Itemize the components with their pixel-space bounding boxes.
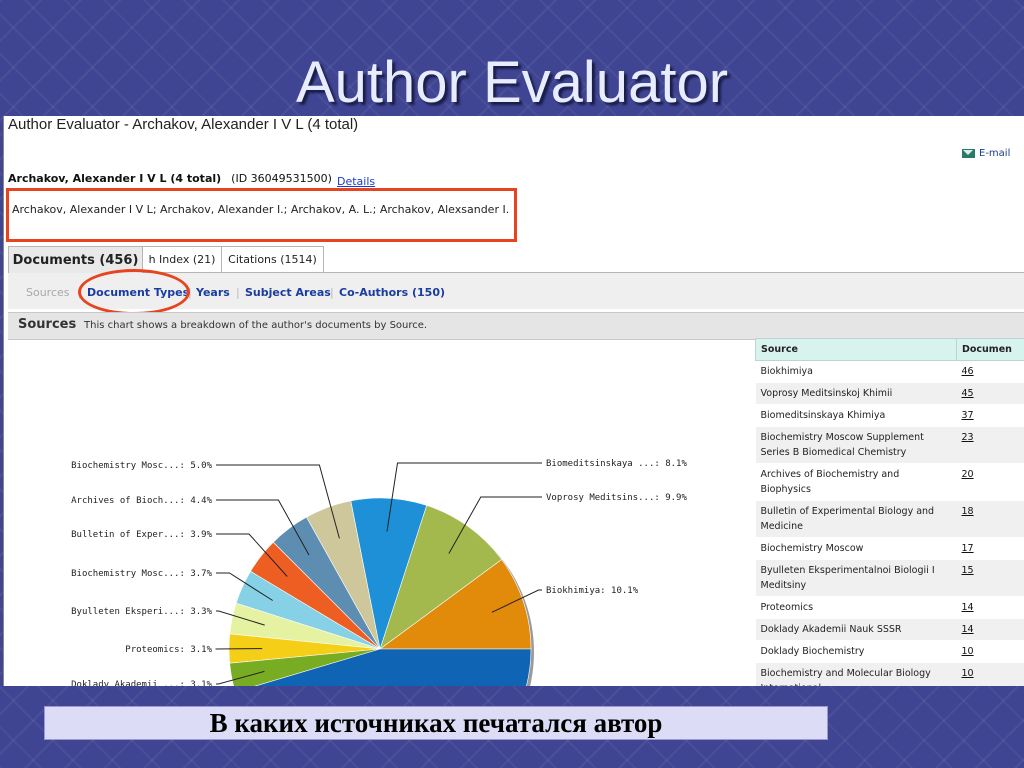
source-cell: Biochemistry Moscow (755, 537, 957, 560)
pie-slice-label: Biomeditsinskaya ...: 8.1% (546, 459, 687, 469)
envelope-icon (962, 149, 975, 158)
document-count-link[interactable]: 17 (956, 537, 1024, 560)
source-cell: Voprosy Meditsinskoj Khimii (755, 382, 957, 405)
document-count-link[interactable]: 10 (956, 662, 1024, 686)
subnav-co-authors[interactable]: Co-Authors (150) (339, 286, 445, 299)
sources-heading: Sources (18, 317, 77, 332)
pie-slice-label: Biochemistry Mosc...: 3.7% (71, 569, 212, 579)
document-count-link[interactable]: 15 (956, 559, 1024, 597)
document-count-link[interactable]: 18 (956, 500, 1024, 538)
source-cell: Biochemistry and Molecular Biology Inter… (755, 662, 957, 686)
document-count-link[interactable]: 14 (956, 596, 1024, 619)
document-count-link[interactable]: 20 (956, 463, 1024, 501)
source-cell: Archives of Biochemistry and Biophysics (755, 463, 957, 501)
pie-slice-label: Voprosy Meditsins...: 9.9% (546, 493, 687, 503)
email-link[interactable]: E-mail (962, 148, 1010, 159)
name-variants-highlight: Archakov, Alexander I V L; Archakov, Ale… (6, 188, 517, 242)
details-link[interactable]: Details (337, 175, 375, 188)
pie-slice-label: Biochemistry Mosc...: 5.0% (71, 461, 212, 471)
subnav-subject-areas[interactable]: Subject Areas (245, 286, 331, 299)
author-header: Archakov, Alexander I V L (4 total) (ID 3… (8, 172, 332, 185)
column-header-documents[interactable]: Documen (956, 338, 1024, 361)
pie-slice-label: Proteomics: 3.1% (125, 645, 212, 655)
source-cell: Biomeditsinskaya Khimiya (755, 404, 957, 427)
table-row: Biokhimiya 46 (755, 360, 1024, 383)
author-evaluator-window: Author Evaluator - Archakov, Alexander I… (3, 116, 1024, 686)
document-count-link[interactable]: 14 (956, 618, 1024, 641)
table-row: Proteomics 14 (755, 596, 1024, 619)
table-row: Byulleten Eksperimentalnoi Biologii I Me… (755, 559, 1024, 597)
sources-description: This chart shows a breakdown of the auth… (84, 320, 428, 331)
source-cell: Byulleten Eksperimentalnoi Biologii I Me… (755, 559, 957, 597)
source-cell: Proteomics (755, 596, 957, 619)
table-row: Archives of Biochemistry and Biophysics 2… (755, 463, 1024, 501)
table-row: Doklady Biochemistry 10 (755, 640, 1024, 663)
table-row: Biomeditsinskaya Khimiya 37 (755, 404, 1024, 427)
tab-h-index[interactable]: h Index (21) (142, 246, 222, 272)
subnav-separator: | (236, 286, 240, 299)
document-count-link[interactable]: 37 (956, 404, 1024, 427)
subnav-years[interactable]: Years (196, 286, 230, 299)
name-variants: Archakov, Alexander I V L; Archakov, Ale… (12, 203, 510, 216)
pie-slice-label: Doklady Akademii ...: 3.1% (71, 680, 212, 686)
subnav-separator: | (330, 286, 334, 299)
table-header-row: Source Documen (755, 338, 1024, 361)
tab-bar: Documents (456) h Index (21) Citations (… (8, 246, 1024, 273)
document-count-link[interactable]: 10 (956, 640, 1024, 663)
document-count-link[interactable]: 23 (956, 426, 1024, 464)
source-cell: Doklady Akademii Nauk SSSR (755, 618, 957, 641)
author-id: (ID 36049531500) (231, 172, 332, 185)
table-row: Doklady Akademii Nauk SSSR 14 (755, 618, 1024, 641)
pie-slice-label: Biokhimiya: 10.1% (546, 586, 639, 596)
table-row: Biochemistry Moscow Supplement Series B … (755, 426, 1024, 464)
subnav-sources[interactable]: Sources (26, 286, 70, 299)
tab-citations[interactable]: Citations (1514) (221, 246, 324, 272)
slide-caption: В каких источниках печатался автор (44, 706, 828, 740)
source-cell: Doklady Biochemistry (755, 640, 957, 663)
sources-table: Source Documen Biokhimiya 46 Voprosy Medit… (755, 338, 1024, 686)
document-count-link[interactable]: 45 (956, 382, 1024, 405)
sources-pie-chart: Biokhimiya: 10.1% Voprosy Meditsins...: 9… (71, 459, 687, 686)
table-row: Biochemistry and Molecular Biology Inter… (755, 662, 1024, 686)
author-name: Archakov, Alexander I V L (4 total) (8, 172, 222, 185)
pie-slice-label: Archives of Bioch...: 4.4% (71, 496, 212, 506)
source-cell: Bulletin of Experimental Biology and Med… (755, 500, 957, 538)
sources-section-header: Sources This chart shows a breakdown of … (8, 312, 1024, 340)
table-row: Bulletin of Experimental Biology and Med… (755, 500, 1024, 538)
pie-slice-label: Byulleten Eksperi...: 3.3% (71, 607, 212, 617)
table-row: Voprosy Meditsinskoj Khimii 45 (755, 382, 1024, 405)
slide-title: Author Evaluator (295, 50, 729, 115)
email-label: E-mail (979, 148, 1011, 159)
source-cell: Biochemistry Moscow Supplement Series B … (755, 426, 957, 464)
table-row: Biochemistry Moscow 17 (755, 537, 1024, 560)
document-count-link[interactable]: 46 (956, 360, 1024, 383)
document-types-highlight (78, 269, 190, 315)
pie-slice-label: Bulletin of Exper...: 3.9% (71, 530, 212, 540)
column-header-source[interactable]: Source (755, 338, 957, 361)
window-title: Author Evaluator - Archakov, Alexander I… (8, 116, 359, 133)
source-cell: Biokhimiya (755, 360, 957, 383)
